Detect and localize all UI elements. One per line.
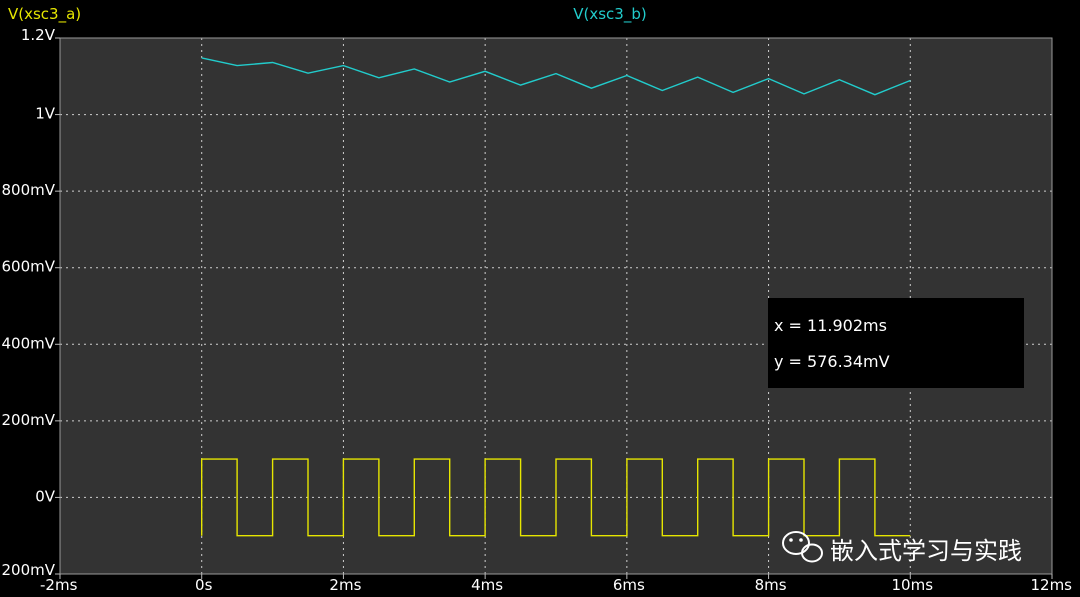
y-tick-label: 1V	[35, 105, 56, 123]
legend-series-a: V(xsc3_a)	[8, 5, 81, 24]
x-tick-label: 6ms	[613, 576, 645, 594]
chart: -2ms 0s 2ms 4ms 6ms 8ms 10ms 12ms 1.2V1V800mV60…	[1, 5, 1072, 594]
y-axis: 1.2V 1V 800mV 600mV 400mV 200mV 0V 200mV	[1, 26, 60, 579]
y-tick-label: 400mV	[1, 334, 55, 352]
x-tick-label: 10ms	[892, 576, 934, 594]
cursor-readout: x = 11.902ms y = 576.34mV	[768, 298, 1024, 388]
y-tick-label: 1.2V	[21, 26, 56, 44]
x-tick-label: 0s	[195, 576, 213, 594]
y-tick-label: 0V	[35, 487, 56, 505]
y-tick-label: 200mV	[1, 561, 55, 579]
x-axis: -2ms 0s 2ms 4ms 6ms 8ms 10ms 12ms	[40, 574, 1072, 594]
y-tick-label: 200mV	[1, 411, 55, 429]
readout-box	[768, 298, 1024, 388]
x-tick-label: 2ms	[329, 576, 361, 594]
readout-y: y = 576.34mV	[774, 352, 890, 371]
x-tick-label: 8ms	[755, 576, 787, 594]
series-line-a	[200, 458, 911, 537]
legend-series-b: V(xsc3_b)	[573, 5, 646, 24]
y-tick-label: 600mV	[1, 258, 55, 276]
y-tick-label: 800mV	[1, 181, 55, 199]
watermark-text: 嵌入式学习与实践	[830, 537, 1022, 565]
readout-x: x = 11.902ms	[774, 316, 887, 335]
x-tick-label: 4ms	[471, 576, 503, 594]
x-tick-label: 12ms	[1030, 576, 1072, 594]
